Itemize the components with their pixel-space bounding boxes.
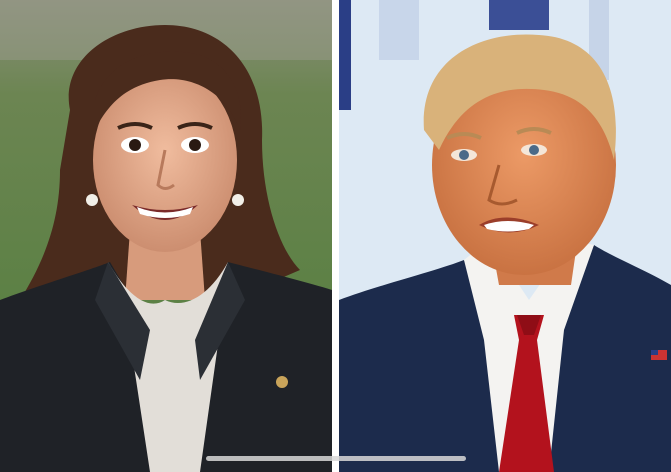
panel-divider [332, 0, 339, 472]
home-indicator-bar[interactable] [206, 456, 466, 461]
lapel-pin [276, 376, 288, 388]
right-photo-panel [339, 0, 671, 472]
left-photo-panel [0, 0, 332, 472]
left-portrait-image [0, 0, 332, 472]
right-portrait-image [339, 0, 671, 472]
